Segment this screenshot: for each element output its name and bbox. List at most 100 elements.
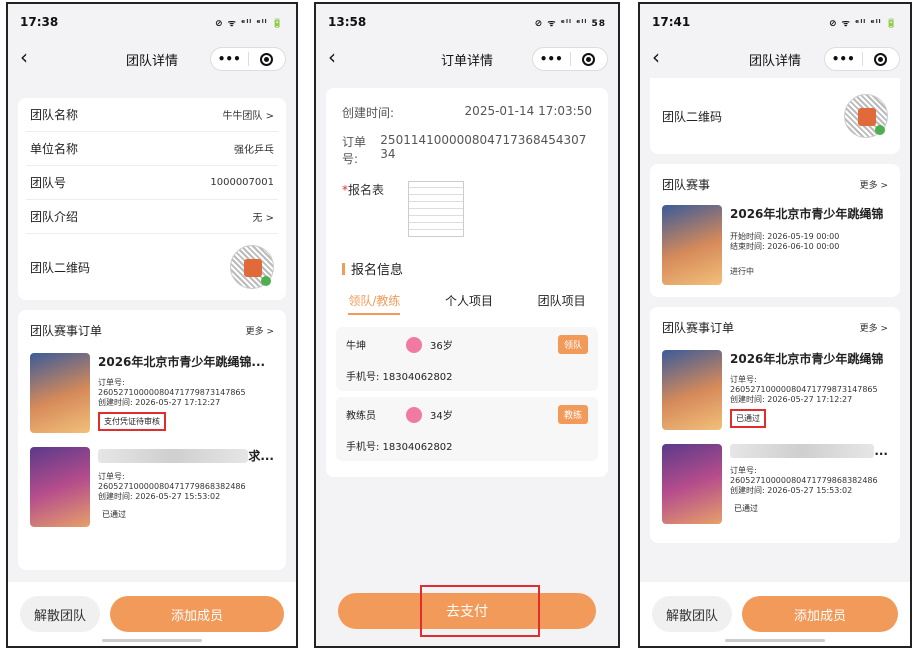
list-item[interactable]: 2026年北京市青少年跳绳锦 ... 订单号: 2605271000008047… — [650, 344, 900, 438]
more-link[interactable]: 更多 > — [246, 324, 274, 337]
dissolve-team-button[interactable]: 解散团队 — [652, 596, 732, 632]
tab-bar: 领队/教练 个人项目 团队项目 — [326, 286, 608, 321]
close-circle-icon[interactable] — [249, 51, 286, 67]
back-icon[interactable]: ‹ — [20, 47, 28, 67]
tab-individual[interactable]: 个人项目 — [445, 292, 493, 315]
status-time: 13:58 — [328, 15, 367, 29]
team-no-row: 团队号 1000007001 — [26, 166, 278, 200]
info-label: 团队号 — [30, 176, 67, 190]
team-intro-row[interactable]: 团队介绍 无 > — [26, 200, 278, 234]
order-created: 创建时间: 2026-05-27 15:53:02 — [730, 486, 853, 495]
tab-leader-coach[interactable]: 领队/教练 — [348, 292, 401, 315]
info-label: 团队二维码 — [662, 109, 723, 124]
team-name-row[interactable]: 团队名称 牛牛团队 > — [26, 98, 278, 132]
team-orders-card: 团队赛事订单 更多 > 2026年北京市青少年跳绳锦... 订单号: 26052… — [18, 310, 286, 570]
home-indicator — [102, 639, 202, 642]
nav-bar: ‹ 团队详情 ••• — [8, 40, 296, 78]
nav-bar: ‹ 订单详情 ••• — [316, 40, 618, 78]
team-qr-card: 团队二维码 — [650, 78, 900, 154]
person-phone: 手机号: 18304062802 — [346, 442, 453, 453]
list-item: 牛坤 36岁 领队 手机号: 18304062802 — [336, 327, 598, 391]
miniapp-capsule: ••• — [532, 47, 608, 71]
registration-form-row: *报名表 — [326, 173, 608, 245]
section-header: 团队赛事 更多 > — [650, 164, 900, 201]
highlight-box — [420, 585, 540, 637]
info-value: 1000007001 — [210, 177, 274, 188]
info-label: 团队二维码 — [30, 260, 91, 275]
more-link[interactable]: 更多 > — [860, 178, 888, 191]
info-value: 强化乒乓 — [234, 145, 274, 156]
section-title: 报名信息 — [351, 263, 404, 278]
status-icons: ⊘ ᯤ ᵉˡˡ ᵉˡˡ 58 — [534, 18, 606, 29]
kv-label: 订单号: — [342, 135, 367, 166]
close-circle-icon[interactable] — [571, 51, 608, 67]
section-title: 团队赛事 — [662, 178, 711, 192]
form-label: 报名表 — [348, 183, 385, 197]
order-created: 创建时间: 2026-05-27 15:53:02 — [98, 492, 221, 501]
order-title-tail: 求... — [248, 449, 274, 463]
order-no: 2605271000008047177987314786​5 — [98, 388, 246, 397]
event-thumbnail — [30, 447, 90, 527]
back-icon[interactable]: ‹ — [328, 47, 336, 67]
order-title-tail: ... — [874, 444, 888, 458]
add-member-button[interactable]: 添加成员 — [110, 596, 284, 632]
event-thumbnail — [30, 353, 90, 433]
section-header: 团队赛事订单 更多 > — [650, 307, 900, 344]
phone-team-detail-pending: 17:38 ⊘ ᯤ ᵉˡˡ ᵉˡˡ 🔋 ‹ 团队详情 ••• 团队名称 牛牛团队… — [6, 2, 298, 648]
section-header: 报名信息 — [326, 245, 608, 286]
tab-team[interactable]: 团队项目 — [538, 292, 586, 315]
page-title: 订单详情 — [440, 53, 493, 69]
bottom-action-bar: 解散团队 添加成员 — [640, 582, 910, 646]
team-events-card: 团队赛事 更多 > 2026年北京市青少年跳绳锦 ... 开始时间: 2026-… — [650, 164, 900, 297]
more-dots-icon[interactable]: ••• — [533, 52, 570, 66]
team-info-card: 团队名称 牛牛团队 > 单位名称 强化乒乓 团队号 1000007001 团队介… — [18, 98, 286, 300]
status-bar: 17:41 ⊘ ᯤ ᵉˡˡ ᵉˡˡ 🔋 — [640, 4, 910, 40]
info-value: 牛牛团队 > — [222, 111, 274, 122]
order-created: 创建时间: 2026-05-27 17:12:27 — [730, 395, 853, 404]
order-no-label: 订单号: — [98, 378, 125, 387]
list-item[interactable]: 求... 订单号: 2605271000008047177986838248​6… — [18, 441, 286, 535]
status-badge: 已通过 — [730, 409, 766, 428]
section-header: 团队赛事订单 更多 > — [18, 310, 286, 347]
info-label: 团队名称 — [30, 108, 79, 122]
event-thumbnail — [662, 205, 722, 285]
order-title: 2026年北京市青少年跳绳锦... — [98, 355, 266, 369]
add-member-button[interactable]: 添加成员 — [742, 596, 898, 632]
more-link[interactable]: 更多 > — [860, 321, 888, 334]
info-value: 无 > — [252, 213, 274, 224]
kv-value: 250114100000804717368454307​34 — [380, 133, 587, 161]
close-circle-icon[interactable] — [863, 51, 900, 67]
pay-button[interactable]: 去支付 — [338, 585, 596, 637]
order-no: 2605271000008047177986838248​6 — [730, 476, 878, 485]
event-start: 开始时间: 2026-05-19 00:00 — [730, 232, 840, 241]
status-badge: 已通过 — [734, 504, 758, 513]
person-phone: 手机号: 18304062802 — [346, 372, 453, 383]
order-created: 创建时间: 2026-05-27 17:12:27 — [98, 398, 221, 407]
bottom-action-bar: 解散团队 添加成员 — [8, 582, 296, 646]
order-detail-card: 创建时间: 2025-01-14 17:03:50 订单号: 250114100… — [326, 88, 608, 477]
qr-code-icon[interactable] — [230, 245, 274, 289]
person-age: 36岁 — [430, 341, 453, 352]
order-no-label: 订单号: — [730, 466, 757, 475]
person-age: 34岁 — [430, 411, 453, 422]
back-icon[interactable]: ‹ — [652, 47, 660, 67]
team-orders-card: 团队赛事订单 更多 > 2026年北京市青少年跳绳锦 ... 订单号: 2605… — [650, 307, 900, 543]
phone-team-detail-approved: 17:41 ⊘ ᯤ ᵉˡˡ ᵉˡˡ 🔋 ‹ 团队详情 ••• 团队二维码 团队赛… — [638, 2, 912, 648]
dissolve-team-button[interactable]: 解散团队 — [20, 596, 100, 632]
list-item[interactable]: 2026年北京市青少年跳绳锦 ... 开始时间: 2026-05-19 00:0… — [650, 201, 900, 297]
qr-code-icon[interactable] — [844, 94, 888, 138]
info-label: 团队介绍 — [30, 210, 79, 224]
list-item[interactable]: 2026年北京市青少年跳绳锦... 订单号: 26052710000080471… — [18, 347, 286, 441]
home-indicator — [725, 639, 825, 642]
more-dots-icon[interactable]: ••• — [211, 52, 248, 66]
more-dots-icon[interactable]: ••• — [825, 52, 862, 66]
gender-female-icon — [406, 406, 422, 423]
phone-order-detail: 13:58 ⊘ ᯤ ᵉˡˡ ᵉˡˡ 58 ‹ 订单详情 ••• 创建时间: 20… — [314, 2, 620, 648]
nav-bar: ‹ 团队详情 ••• — [640, 40, 910, 78]
status-time: 17:41 — [652, 15, 691, 29]
status-bar: 17:38 ⊘ ᯤ ᵉˡˡ ᵉˡˡ 🔋 — [8, 4, 296, 40]
status-bar: 13:58 ⊘ ᯤ ᵉˡˡ ᵉˡˡ 58 — [316, 4, 618, 40]
section-accent-bar — [342, 262, 345, 275]
list-item[interactable]: ... 订单号: 2605271000008047177986838248​6 … — [650, 438, 900, 532]
registration-form-image[interactable] — [408, 181, 465, 237]
